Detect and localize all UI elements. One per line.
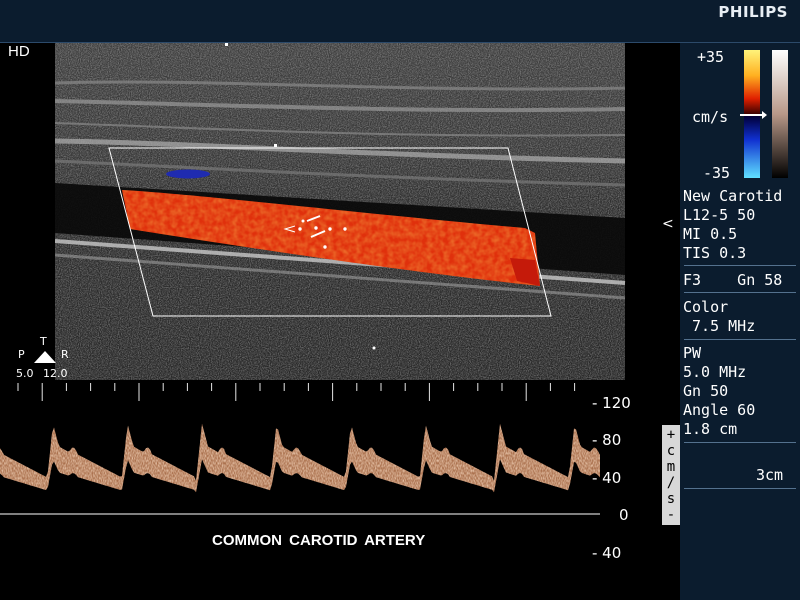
pw-gain: Gn 50 (683, 382, 729, 400)
orientation-t: T (40, 335, 47, 348)
unit-char: m (666, 459, 676, 475)
color-label: Color (683, 298, 729, 316)
baseline-marker (740, 111, 767, 119)
probe-info: L12-5 50 (683, 206, 756, 224)
bmode-image (55, 43, 626, 380)
unit-char: s (666, 491, 676, 507)
thermal-index: TIS 0.3 (683, 244, 747, 262)
gray-scale-bar (772, 50, 788, 178)
color-scale-unit: cm/s (692, 108, 729, 126)
color-scale-min: -35 (703, 164, 731, 182)
orientation-r: R (61, 348, 69, 361)
frequency-gain: F3 Gn 58 (683, 271, 783, 289)
left-margin (0, 43, 55, 380)
unit-char: c (666, 443, 676, 459)
unit-char: / (666, 475, 676, 491)
scale-depth: 3cm (756, 466, 784, 484)
brand-logo: PHILIPS (718, 3, 788, 21)
orientation-near: 5.0 (16, 367, 34, 380)
top-bar (0, 0, 800, 42)
image-mode-label: HD (8, 43, 30, 60)
velocity-label-40: - 40 (592, 469, 622, 487)
mechanical-index: MI 0.5 (683, 225, 738, 243)
color-frequency: 7.5 MHz (683, 317, 756, 335)
velocity-label-neg40: - 40 (592, 544, 622, 562)
pw-label: PW (683, 344, 702, 362)
unit-char: - (666, 507, 676, 523)
velocity-label-0: 0 (619, 506, 629, 524)
pw-depth: 1.8 cm (683, 420, 738, 438)
anatomy-caption: COMMON CAROTID ARTERY (212, 532, 426, 549)
pw-angle: Angle 60 (683, 401, 756, 419)
unit-char: + (666, 427, 676, 443)
preset-name: New Carotid (683, 187, 783, 205)
pw-frequency: 5.0 MHz (683, 363, 747, 381)
orientation-far: 12.0 (43, 367, 68, 380)
doppler-spectrum (0, 423, 600, 515)
side-marker: < (662, 216, 674, 232)
velocity-label-80: - 80 (592, 431, 622, 449)
velocity-label-120: - 120 (592, 394, 631, 412)
orientation-triangle-icon (34, 351, 56, 363)
orientation-p: P (18, 348, 25, 361)
color-scale-max: +35 (697, 48, 725, 66)
color-flow-blue (166, 169, 210, 179)
